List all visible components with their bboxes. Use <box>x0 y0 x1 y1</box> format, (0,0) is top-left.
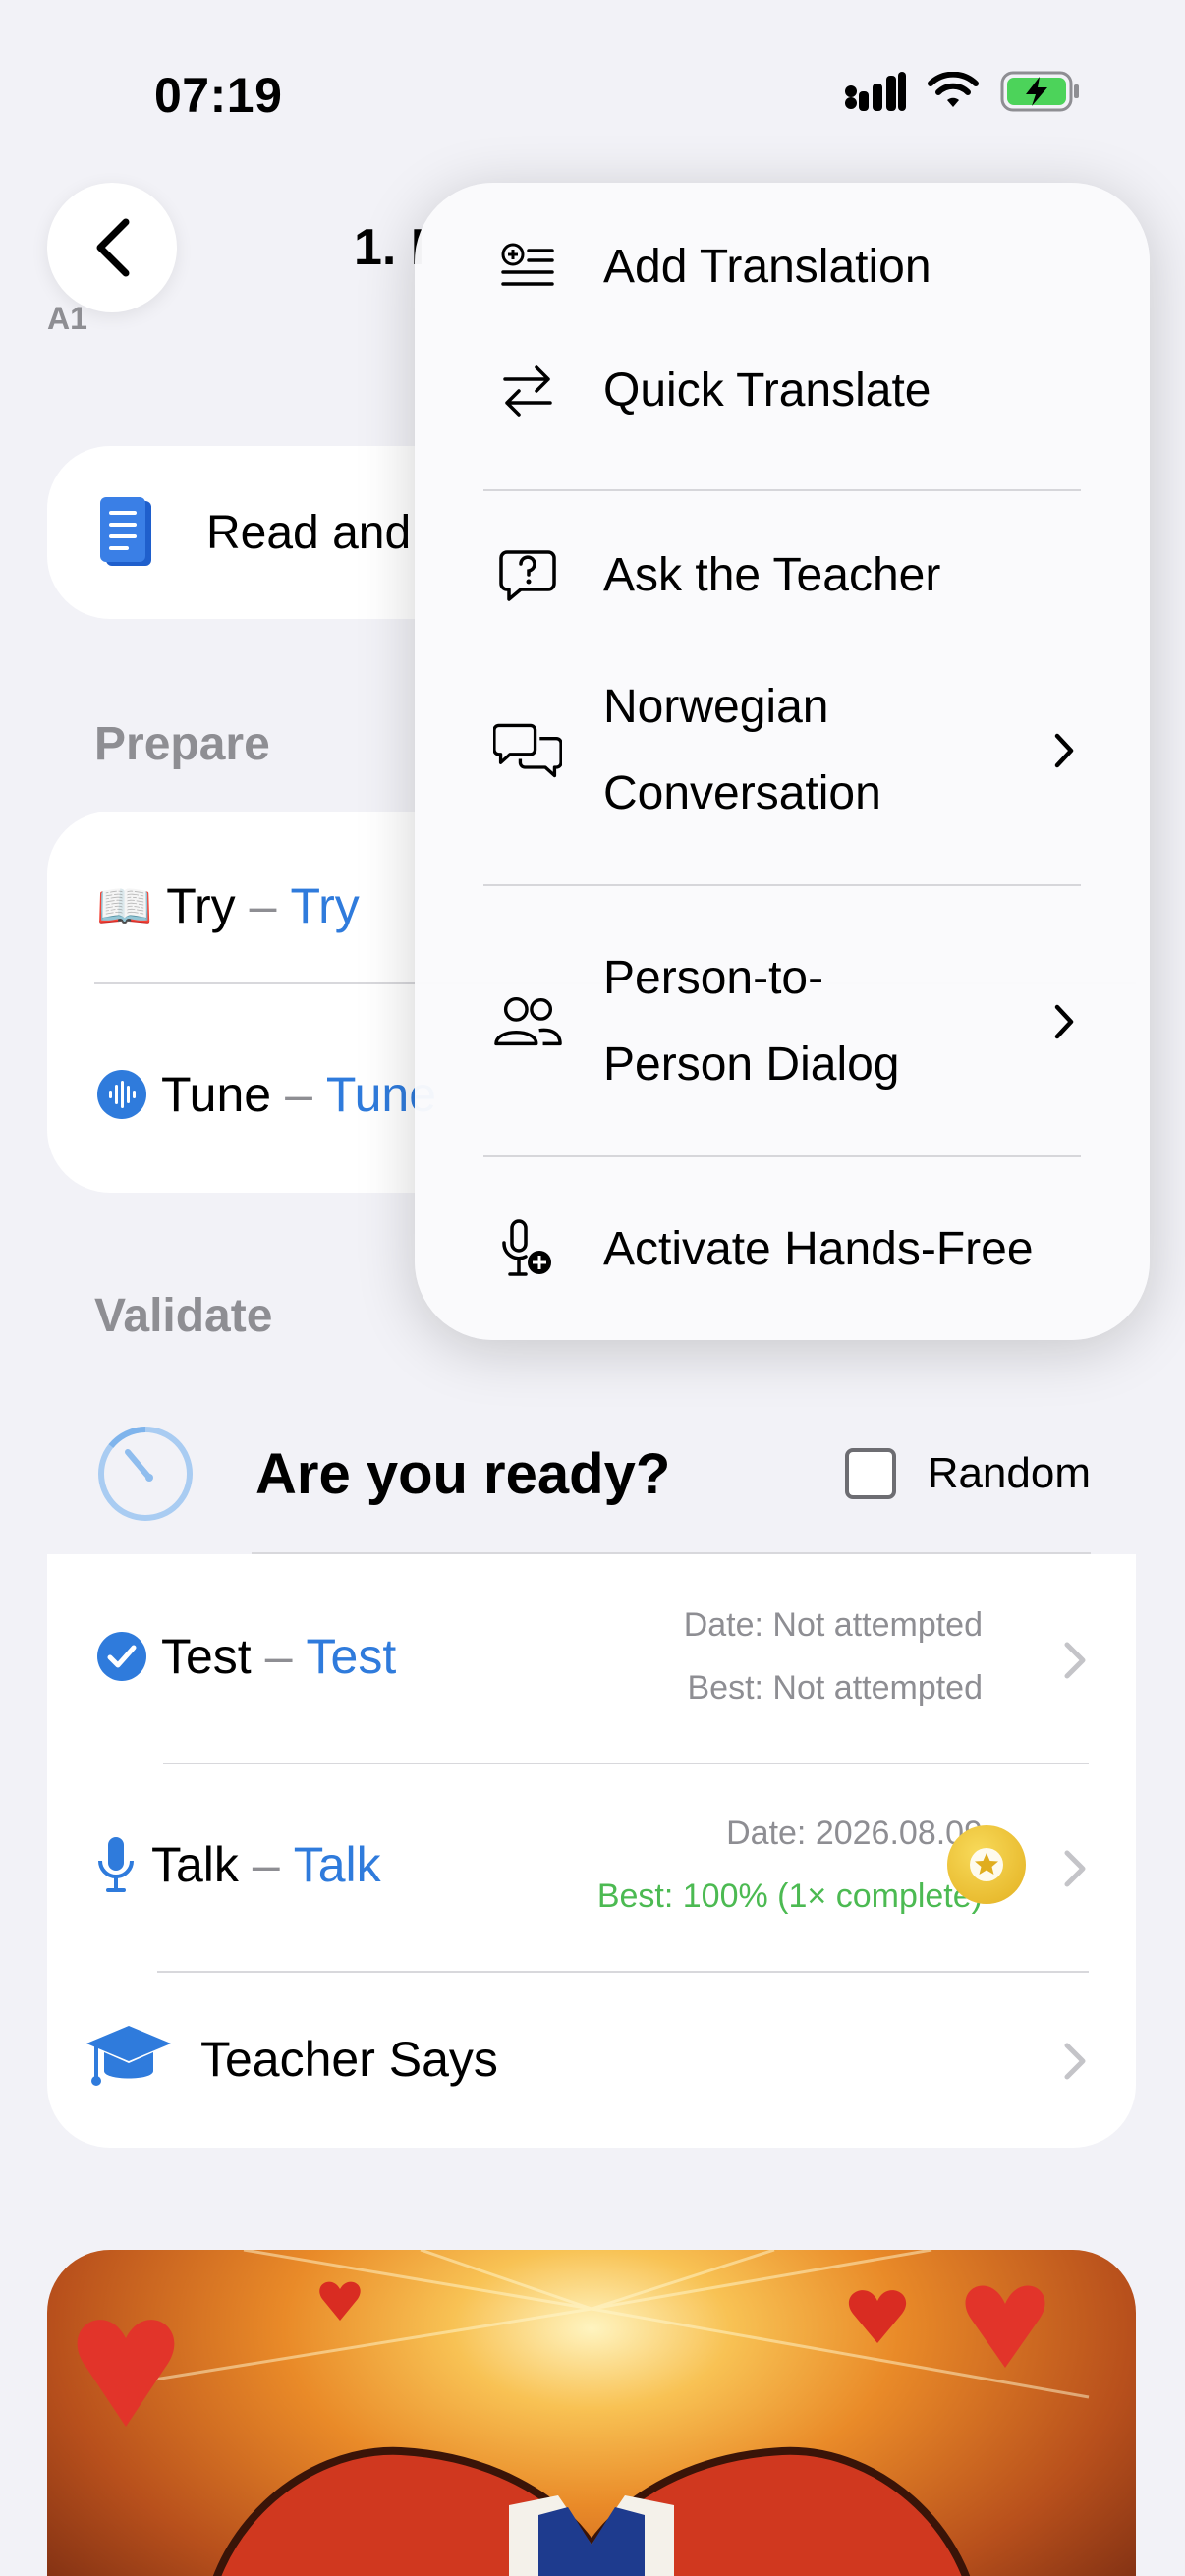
book-icon: 📖 <box>96 879 153 931</box>
talk-meta: Date: 2026.08.09 Best: 100% (1× complete… <box>597 1802 983 1928</box>
dash: – <box>249 878 277 933</box>
signal-icon <box>845 72 906 111</box>
row-label: Talk <box>151 1837 239 1892</box>
menu-divider <box>483 489 1081 491</box>
menu-item-norwegian-conversation[interactable]: Norwegian Conversation <box>415 664 1150 837</box>
chevron-right-icon <box>1064 1642 1086 1679</box>
document-icon <box>100 497 151 566</box>
validate-row-teacher-says[interactable]: Teacher Says <box>85 2016 1097 2102</box>
row-label: Tune <box>161 1067 272 1122</box>
chevron-left-icon <box>96 218 130 277</box>
divider <box>157 1971 1089 1973</box>
menu-label: Add Translation <box>603 241 931 293</box>
add-list-icon <box>493 243 562 292</box>
menu-divider <box>483 884 1081 886</box>
random-toggle[interactable]: Random <box>844 1448 1091 1499</box>
menu-label-line2: Conversation <box>603 767 881 819</box>
menu-label: Ask the Teacher <box>603 549 941 601</box>
prepare-title: Prepare <box>94 718 270 770</box>
status-time: 07:19 <box>154 68 283 123</box>
test-best: Best: Not attempted <box>687 1669 984 1707</box>
microphone-icon <box>98 1837 134 1892</box>
menu-item-hands-free[interactable]: Activate Hands-Free <box>415 1206 1150 1293</box>
row-translation: Talk <box>293 1837 381 1892</box>
row-label: Test <box>161 1629 252 1684</box>
test-meta: Date: Not attempted Best: Not attempted <box>684 1594 983 1719</box>
banner-image <box>47 2250 1136 2576</box>
menu-label-line2: Person Dialog <box>603 1038 900 1091</box>
row-translation: Test <box>306 1629 397 1684</box>
chevron-right-icon <box>1064 2043 1086 2080</box>
menu-item-ask-teacher[interactable]: Ask the Teacher <box>415 532 1150 619</box>
menu-label-line1: Norwegian <box>603 681 829 733</box>
heart-flag-illustration <box>77 2250 1090 2576</box>
dash: – <box>252 1837 280 1892</box>
test-date: Date: Not attempted <box>683 1606 983 1644</box>
menu-label: Activate Hands-Free <box>603 1223 1034 1275</box>
menu-item-person-dialog[interactable]: Person-to- Person Dialog <box>415 935 1150 1108</box>
context-menu: Add Translation Quick Translate Ask the … <box>415 183 1150 1340</box>
dash: – <box>264 1629 293 1684</box>
row-label: Try <box>166 878 236 933</box>
chevron-right-icon <box>1054 1004 1074 1039</box>
menu-label: Quick Translate <box>603 364 931 417</box>
people-icon <box>493 995 562 1048</box>
divider <box>252 1552 1091 1554</box>
ready-row: Are you ready? Random <box>94 1415 1097 1533</box>
ready-label: Are you ready? <box>255 1441 671 1506</box>
menu-item-add-translation[interactable]: Add Translation <box>415 224 1150 310</box>
chevron-right-icon <box>1064 1850 1086 1887</box>
chat-bubbles-icon <box>493 720 562 781</box>
status-icons <box>845 71 1081 112</box>
level-label: A1 <box>47 301 87 336</box>
question-bubble-icon <box>493 548 562 603</box>
validate-card: Test – Test Date: Not attempted Best: No… <box>47 1554 1136 2148</box>
random-checkbox[interactable] <box>844 1448 896 1499</box>
random-label: Random <box>927 1449 1091 1497</box>
star-medal-icon <box>947 1825 1026 1904</box>
menu-item-quick-translate[interactable]: Quick Translate <box>415 348 1150 434</box>
menu-label-line1: Person-to- <box>603 952 824 1004</box>
menu-divider <box>483 1155 1081 1157</box>
row-label: Teacher Says <box>200 2032 498 2087</box>
talk-date: Date: 2026.08.09 <box>726 1815 983 1852</box>
checkmark-circle-icon <box>97 1632 146 1681</box>
validate-title: Validate <box>94 1290 273 1342</box>
timer-icon <box>98 1427 193 1521</box>
wifi-icon <box>928 72 979 107</box>
chevron-right-icon <box>1054 733 1074 768</box>
row-translation: Try <box>290 878 360 933</box>
waveform-icon <box>97 1070 146 1119</box>
talk-best: Best: 100% (1× complete) <box>596 1877 983 1915</box>
dash: – <box>285 1067 312 1122</box>
divider <box>163 1763 1089 1764</box>
graduation-cap-icon <box>86 2026 171 2086</box>
read-label: Read and <box>206 506 412 559</box>
mic-plus-icon <box>493 1219 562 1280</box>
battery-charging-icon <box>1000 71 1079 112</box>
swap-arrows-icon <box>493 364 562 419</box>
back-button[interactable] <box>47 183 177 312</box>
